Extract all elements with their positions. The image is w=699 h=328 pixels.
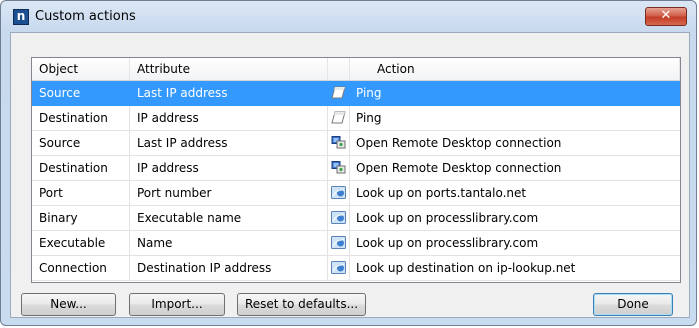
table-row[interactable]: Binary Executable name Look up on processl…: [32, 206, 680, 231]
cell-action-icon: [328, 156, 350, 180]
new-button[interactable]: New...: [21, 293, 116, 316]
table-header: Object Attribute Action: [32, 58, 680, 81]
table-row[interactable]: Source Last IP address Open Remote Desktop…: [32, 131, 680, 156]
table-row[interactable]: Executable Name Look up on processlibrary.…: [32, 231, 680, 256]
column-header-attribute[interactable]: Attribute: [130, 58, 328, 80]
cell-object: Source: [32, 81, 130, 105]
cell-action-icon: [328, 181, 350, 205]
cell-action: Look up on processlibrary.com: [356, 211, 539, 225]
import-button[interactable]: Import...: [129, 293, 225, 316]
cell-attribute: Name: [130, 231, 328, 255]
cell-object: Destination: [32, 106, 130, 130]
column-header-action[interactable]: Action: [350, 58, 680, 80]
title-bar[interactable]: n Custom actions ✕: [1, 1, 696, 29]
cell-action: Open Remote Desktop connection: [356, 136, 562, 150]
reset-to-defaults-button[interactable]: Reset to defaults...: [237, 293, 366, 316]
cell-action: Look up on processlibrary.com: [356, 236, 539, 250]
cell-attribute: Destination IP address: [130, 256, 328, 280]
cell-action: Look up destination on ip-lookup.net: [356, 261, 576, 275]
cell-action: Open Remote Desktop connection: [356, 161, 562, 175]
done-button[interactable]: Done: [593, 293, 673, 316]
cell-attribute: IP address: [130, 156, 328, 180]
cell-attribute: Last IP address: [130, 81, 328, 105]
custom-actions-window: n Custom actions ✕ Object Attribute Acti…: [0, 0, 697, 326]
cell-attribute: IP address: [130, 106, 328, 130]
cell-action: Ping: [356, 111, 382, 125]
cell-attribute: Last IP address: [130, 131, 328, 155]
table-row[interactable]: Port Port number Look up on ports.tantalo.…: [32, 181, 680, 206]
cell-action: Look up on ports.tantalo.net: [356, 186, 527, 200]
table-row[interactable]: Destination IP address Open Remote Desktop…: [32, 156, 680, 181]
cell-action: Ping: [356, 86, 382, 100]
cell-object: Destination: [32, 156, 130, 180]
actions-table[interactable]: Object Attribute Action Source Last IP ad…: [31, 57, 681, 283]
app-logo-icon: n: [13, 9, 29, 25]
cell-action-icon: [328, 256, 350, 280]
cell-action-icon: [328, 106, 350, 130]
cell-action-icon: [328, 206, 350, 230]
dialog-client-area: Object Attribute Action Source Last IP ad…: [10, 32, 690, 318]
column-header-icon[interactable]: [328, 58, 350, 80]
cell-object: Executable: [32, 231, 130, 255]
window-title: Custom actions: [35, 9, 136, 24]
table-row[interactable]: Source Last IP address Ping: [32, 81, 680, 106]
cell-object: Binary: [32, 206, 130, 230]
column-header-object[interactable]: Object: [32, 58, 130, 80]
cell-action-icon: [328, 81, 350, 105]
cell-action-icon: [328, 231, 350, 255]
close-button[interactable]: ✕: [645, 7, 687, 26]
cell-object: Port: [32, 181, 130, 205]
cell-object: Connection: [32, 256, 130, 280]
cell-object: Source: [32, 131, 130, 155]
cell-attribute: Port number: [130, 181, 328, 205]
table-row[interactable]: Connection Destination IP address Look up …: [32, 256, 680, 281]
cell-action-icon: [328, 131, 350, 155]
table-row[interactable]: Destination IP address Ping: [32, 106, 680, 131]
cell-attribute: Executable name: [130, 206, 328, 230]
